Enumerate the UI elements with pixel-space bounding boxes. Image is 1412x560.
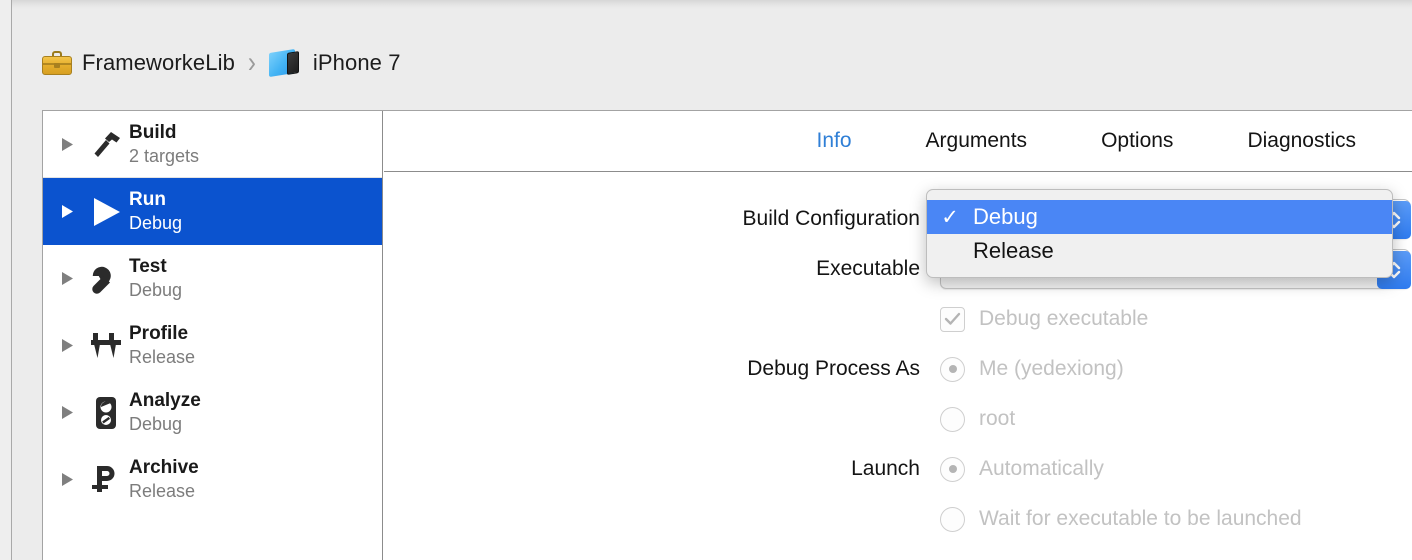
sidebar-item-title: Analyze bbox=[129, 390, 201, 412]
sidebar-item-run[interactable]: Run Debug bbox=[43, 178, 382, 245]
sidebar-item-test[interactable]: Test Debug bbox=[43, 245, 382, 312]
sidebar-item-title: Test bbox=[129, 256, 167, 278]
breadcrumb-destination[interactable]: iPhone 7 bbox=[268, 48, 401, 78]
editor-panel: Build 2 targets Run Debug Test Debug Pro… bbox=[42, 110, 1412, 560]
chevron-right-icon[interactable] bbox=[61, 271, 83, 286]
window-left-gutter bbox=[0, 0, 11, 560]
sidebar-item-text: Analyze Debug bbox=[129, 390, 201, 435]
menu-item-label: Release bbox=[973, 238, 1054, 263]
launch-control: Automatically Wait for executable to be … bbox=[940, 444, 1412, 544]
radio-selected-icon bbox=[940, 456, 965, 482]
checkmark-icon bbox=[940, 306, 965, 332]
tab-diagnostics[interactable]: Diagnostics bbox=[1247, 129, 1356, 153]
checkmark-icon: ✓ bbox=[941, 205, 959, 229]
sidebar-item-subtitle: Debug bbox=[129, 280, 183, 301]
debug-process-as-option-label: root bbox=[979, 407, 1016, 430]
breadcrumb: FrameworkeLib › iPhone 7 bbox=[42, 44, 401, 82]
sidebar-item-text: Profile Release bbox=[129, 323, 195, 368]
sidebar-item-text: Test Debug bbox=[129, 256, 182, 301]
tab-bar: Info Arguments Options Diagnostics bbox=[384, 111, 1412, 172]
breadcrumb-project[interactable]: FrameworkeLib bbox=[42, 50, 235, 76]
debug-process-as-control: Me (yedexiong) root bbox=[940, 344, 1412, 444]
breadcrumb-project-label: FrameworkeLib bbox=[82, 50, 235, 75]
briefcase-icon bbox=[42, 51, 72, 75]
launch-option-label: Automatically bbox=[979, 457, 1104, 480]
debug-process-as-option-label: Me (yedexiong) bbox=[979, 357, 1124, 380]
radio-unselected-icon bbox=[940, 406, 965, 432]
debug-executable-label: Debug executable bbox=[979, 307, 1149, 330]
caliper-icon bbox=[83, 331, 129, 361]
analyze-icon bbox=[83, 396, 129, 430]
sidebar-item-subtitle: Debug bbox=[129, 414, 183, 435]
sidebar-item-text: Build 2 targets bbox=[129, 122, 199, 167]
debug-executable-control: Debug executable bbox=[940, 294, 1412, 344]
executable-label: Executable bbox=[816, 257, 920, 280]
breadcrumb-separator-icon: › bbox=[247, 45, 256, 80]
sidebar-item-title: Archive bbox=[129, 457, 199, 479]
sidebar-item-build[interactable]: Build 2 targets bbox=[43, 111, 382, 178]
radio-unselected-icon bbox=[940, 506, 965, 532]
sidebar-item-subtitle: Debug bbox=[129, 213, 183, 234]
sidebar-item-analyze[interactable]: Analyze Debug bbox=[43, 379, 382, 446]
menu-item-label: Debug bbox=[973, 204, 1038, 229]
tab-info[interactable]: Info bbox=[816, 129, 851, 153]
archive-icon bbox=[83, 463, 129, 497]
tab-arguments[interactable]: Arguments bbox=[926, 129, 1028, 153]
launch-row: Launch Automatically Wait for executable… bbox=[384, 444, 1412, 544]
debug-process-as-radio-me[interactable]: Me (yedexiong) bbox=[940, 344, 1412, 394]
tab-options[interactable]: Options bbox=[1101, 129, 1173, 153]
sidebar-item-archive[interactable]: Archive Release bbox=[43, 446, 382, 513]
debug-process-as-row: Debug Process As Me (yedexiong) root bbox=[384, 344, 1412, 444]
build-configuration-dropdown-menu[interactable]: ✓ Debug Release bbox=[926, 189, 1393, 278]
sidebar-item-title: Build bbox=[129, 122, 177, 144]
radio-selected-icon bbox=[940, 356, 965, 382]
scheme-editor-sheet: FrameworkeLib › iPhone 7 Build 2 targets… bbox=[0, 0, 1412, 560]
launch-radio-automatically[interactable]: Automatically bbox=[940, 444, 1412, 494]
debug-executable-row: Debug executable bbox=[384, 294, 1412, 344]
menu-item-debug[interactable]: ✓ Debug bbox=[927, 200, 1392, 234]
menu-item-release[interactable]: Release bbox=[927, 234, 1392, 268]
sidebar-item-title: Run bbox=[129, 189, 166, 211]
sidebar-item-text: Run Debug bbox=[129, 189, 182, 234]
chevron-right-icon[interactable] bbox=[61, 405, 83, 420]
build-configuration-label: Build Configuration bbox=[742, 207, 920, 230]
sidebar-item-profile[interactable]: Profile Release bbox=[43, 312, 382, 379]
breadcrumb-destination-label: iPhone 7 bbox=[312, 50, 401, 75]
sidebar-item-subtitle: Release bbox=[129, 347, 196, 368]
launch-option-label: Wait for executable to be launched bbox=[979, 507, 1302, 530]
chevron-right-icon[interactable] bbox=[61, 204, 83, 219]
chevron-right-icon[interactable] bbox=[61, 472, 83, 487]
debug-process-as-label: Debug Process As bbox=[747, 357, 920, 380]
wrench-icon bbox=[83, 263, 129, 295]
sidebar-item-subtitle: Release bbox=[129, 481, 196, 502]
simulator-icon bbox=[268, 48, 303, 78]
window-top-strip bbox=[0, 0, 1412, 9]
sidebar-item-text: Archive Release bbox=[129, 457, 199, 502]
debug-executable-checkbox[interactable]: Debug executable bbox=[940, 294, 1412, 344]
launch-label: Launch bbox=[851, 457, 920, 480]
scheme-detail-content: Info Arguments Options Diagnostics Build… bbox=[384, 111, 1412, 560]
debug-process-as-radio-root[interactable]: root bbox=[940, 394, 1412, 444]
hammer-icon bbox=[83, 129, 129, 161]
launch-radio-wait[interactable]: Wait for executable to be launched bbox=[940, 494, 1412, 544]
chevron-right-icon[interactable] bbox=[61, 137, 83, 152]
sidebar-item-subtitle: 2 targets bbox=[129, 146, 200, 167]
chevron-right-icon[interactable] bbox=[61, 338, 83, 353]
scheme-actions-sidebar: Build 2 targets Run Debug Test Debug Pro… bbox=[43, 111, 383, 560]
sidebar-item-title: Profile bbox=[129, 323, 189, 345]
play-icon bbox=[83, 195, 129, 229]
